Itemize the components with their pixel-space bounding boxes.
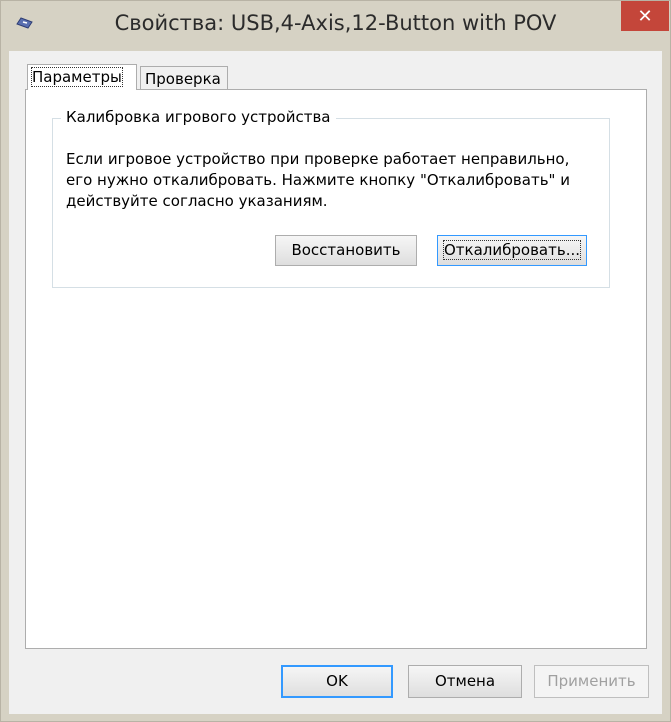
apply-button: Применить	[534, 665, 649, 698]
properties-dialog: Свойства: USB,4-Axis,12-Button with POV …	[0, 0, 671, 722]
group-title: Калибровка игрового устройства	[61, 108, 336, 126]
cancel-button-label: Отмена	[434, 672, 496, 690]
calibrate-button-label: Откалибровать...	[443, 240, 581, 260]
description-line: его нужно откалибровать. Нажмите кнопку …	[66, 171, 570, 189]
cancel-button[interactable]: Отмена	[408, 665, 522, 698]
description-line: действуйте согласно указаниям.	[66, 192, 328, 210]
group-description: Если игровое устройство при проверке раб…	[66, 149, 596, 212]
restore-button[interactable]: Восстановить	[275, 235, 417, 266]
close-button[interactable]: ✕	[621, 1, 669, 31]
apply-button-label: Применить	[547, 672, 636, 690]
tab-panel: Калибровка игрового устройства Если игро…	[25, 89, 647, 649]
gamepad-icon	[16, 17, 33, 29]
description-line: Если игровое устройство при проверке раб…	[66, 150, 570, 168]
restore-button-label: Восстановить	[291, 241, 401, 259]
tab-test[interactable]: Проверка	[140, 66, 228, 90]
tab-test-label: Проверка	[145, 70, 221, 88]
calibration-group: Калибровка игрового устройства Если игро…	[52, 108, 610, 288]
title-bar[interactable]: Свойства: USB,4-Axis,12-Button with POV …	[1, 1, 670, 51]
tab-parameters[interactable]: Параметры	[27, 64, 137, 90]
ok-button[interactable]: OK	[281, 665, 393, 698]
close-icon: ✕	[637, 5, 653, 27]
window-title: Свойства: USB,4-Axis,12-Button with POV	[114, 11, 557, 35]
ok-button-label: OK	[326, 672, 348, 690]
calibrate-button[interactable]: Откалибровать...	[437, 235, 587, 266]
tab-parameters-label: Параметры	[31, 67, 123, 87]
dialog-client-area: Параметры Проверка Калибровка игрового у…	[9, 51, 662, 714]
